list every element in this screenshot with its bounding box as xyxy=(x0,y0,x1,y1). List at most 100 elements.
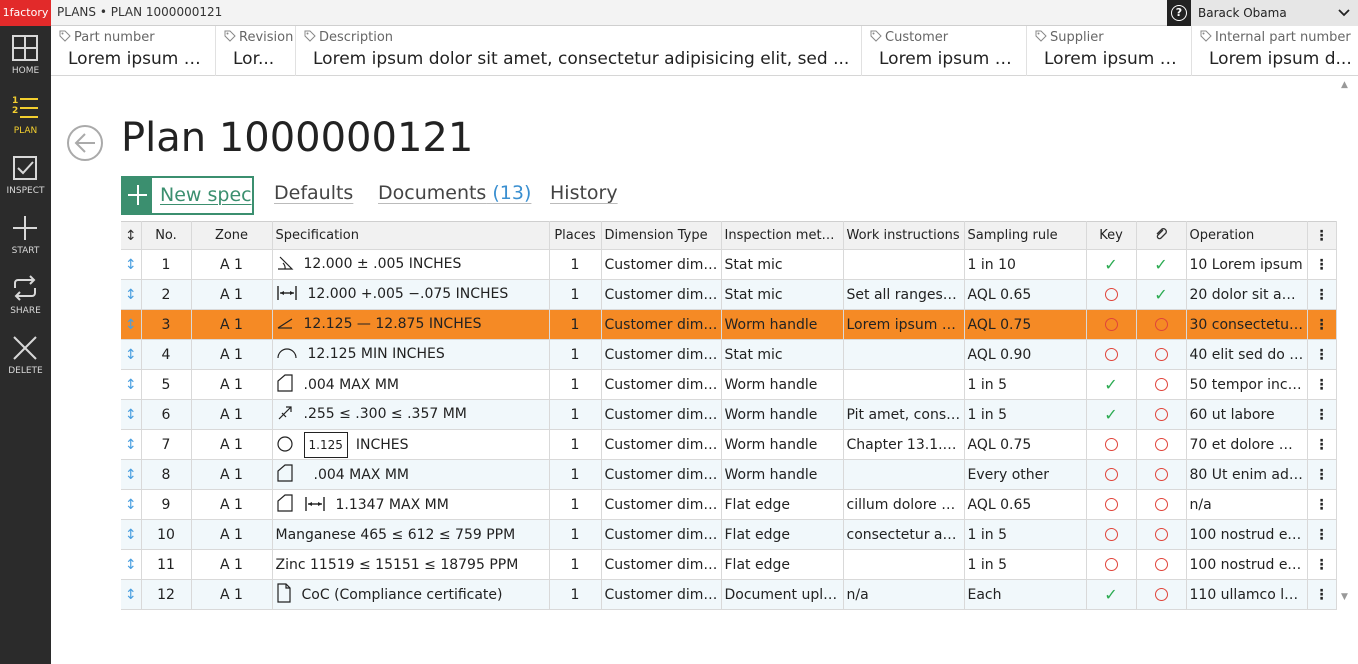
cell-specification[interactable]: 12.125 MIN INCHES xyxy=(272,339,550,370)
drag-handle[interactable]: ↕ xyxy=(121,399,142,430)
drag-handle[interactable]: ↕ xyxy=(121,519,142,550)
cell-key[interactable]: ✓ xyxy=(1086,249,1137,280)
col-sampling-rule[interactable]: Sampling rule xyxy=(964,221,1087,250)
cell-key[interactable] xyxy=(1086,339,1137,370)
cell-attachment[interactable] xyxy=(1136,579,1187,610)
cell-specification[interactable]: .004 MAX MM xyxy=(272,369,550,400)
cell-specification[interactable]: 1.1347 MAX MM xyxy=(272,489,550,520)
nav-inspect[interactable]: INSPECT xyxy=(0,146,51,206)
reorder-header[interactable]: ↕ xyxy=(121,221,142,250)
tab-history[interactable]: History xyxy=(550,182,618,204)
table-row[interactable]: ↕ 3 A 1 12.125 — 12.875 INCHES 1 Customer dim… xyxy=(121,309,1337,340)
cell-attachment[interactable]: ✓ xyxy=(1136,279,1187,310)
back-arrow-icon[interactable] xyxy=(66,124,104,162)
col-inspection-method[interactable]: Inspection method xyxy=(721,221,844,250)
scroll-up-icon[interactable]: ▲ xyxy=(1341,80,1348,90)
brand-logo[interactable]: 1factory xyxy=(0,0,51,26)
cell-specification[interactable]: CoC (Compliance certificate) xyxy=(272,579,550,610)
table-row[interactable]: ↕ 12 A 1 CoC (Compliance certificate) 1 Custo… xyxy=(121,579,1337,610)
drag-handle[interactable]: ↕ xyxy=(121,369,142,400)
cell-attachment[interactable] xyxy=(1136,369,1187,400)
cell-key[interactable]: ✓ xyxy=(1086,399,1137,430)
table-row[interactable]: ↕ 5 A 1 .004 MAX MM 1 Customer dime... Worm ha… xyxy=(121,369,1337,400)
drag-handle[interactable]: ↕ xyxy=(121,459,142,490)
drag-handle[interactable]: ↕ xyxy=(121,249,142,280)
cell-attachment[interactable] xyxy=(1136,339,1187,370)
cell-key[interactable]: ✓ xyxy=(1086,579,1137,610)
col-dimension-type[interactable]: Dimension Type xyxy=(601,221,722,250)
field-supplier[interactable]: Supplier Lorem ipsum d... xyxy=(1027,26,1192,76)
drag-handle[interactable]: ↕ xyxy=(121,579,142,610)
field-internal-part-number[interactable]: Internal part number Lorem ipsum d... xyxy=(1192,26,1358,76)
user-menu[interactable]: Barack Obama xyxy=(1191,0,1358,26)
cell-attachment[interactable] xyxy=(1136,429,1187,460)
col-operation[interactable]: Operation xyxy=(1186,221,1308,250)
cell-specification[interactable]: Zinc 11519 ≤ 15151 ≤ 18795 PPM xyxy=(272,549,550,580)
table-row[interactable]: ↕ 2 A 1 12.000 +.005 −.075 INCHES 1 Customer … xyxy=(121,279,1337,310)
row-menu[interactable]: ⋮ xyxy=(1307,459,1337,490)
cell-specification[interactable]: Manganese 465 ≤ 612 ≤ 759 PPM xyxy=(272,519,550,550)
cell-specification[interactable]: 1.125 INCHES xyxy=(272,429,550,460)
scroll-down-icon[interactable]: ▼ xyxy=(1341,592,1348,602)
nav-share[interactable]: SHARE xyxy=(0,266,51,326)
col-key[interactable]: Key xyxy=(1086,221,1137,250)
table-row[interactable]: ↕ 7 A 1 1.125 INCHES 1 Customer dime... Worm ha… xyxy=(121,429,1337,460)
cell-specification[interactable]: .255 ≤ .300 ≤ .357 MM xyxy=(272,399,550,430)
table-row[interactable]: ↕ 4 A 1 12.125 MIN INCHES 1 Customer dime... S… xyxy=(121,339,1337,370)
column-menu[interactable]: ⋮ xyxy=(1307,221,1337,250)
row-menu[interactable]: ⋮ xyxy=(1307,399,1337,430)
nav-start[interactable]: START xyxy=(0,206,51,266)
tab-documents[interactable]: Documents (13) xyxy=(378,182,531,204)
drag-handle[interactable]: ↕ xyxy=(121,489,142,520)
field-revision[interactable]: Revision Lor... xyxy=(216,26,296,76)
cell-specification[interactable]: 12.000 ± .005 INCHES xyxy=(272,249,550,280)
vertical-scrollbar[interactable]: ▲ ▼ xyxy=(1338,78,1354,608)
cell-attachment[interactable] xyxy=(1136,489,1187,520)
cell-specification[interactable]: 12.125 — 12.875 INCHES xyxy=(272,309,550,340)
cell-key[interactable] xyxy=(1086,459,1137,490)
table-row[interactable]: ↕ 8 A 1 .004 MAX MM 1 Customer dime... Worm ha… xyxy=(121,459,1337,490)
row-menu[interactable]: ⋮ xyxy=(1307,549,1337,580)
help-button[interactable]: ? xyxy=(1167,0,1191,26)
col-work-instructions[interactable]: Work instructions xyxy=(843,221,965,250)
cell-attachment[interactable] xyxy=(1136,549,1187,580)
row-menu[interactable]: ⋮ xyxy=(1307,279,1337,310)
cell-attachment[interactable] xyxy=(1136,519,1187,550)
drag-handle[interactable]: ↕ xyxy=(121,309,142,340)
drag-handle[interactable]: ↕ xyxy=(121,279,142,310)
cell-specification[interactable]: .004 MAX MM xyxy=(272,459,550,490)
cell-key[interactable] xyxy=(1086,309,1137,340)
row-menu[interactable]: ⋮ xyxy=(1307,579,1337,610)
row-menu[interactable]: ⋮ xyxy=(1307,309,1337,340)
col-places[interactable]: Places xyxy=(549,221,602,250)
row-menu[interactable]: ⋮ xyxy=(1307,249,1337,280)
cell-attachment[interactable]: ✓ xyxy=(1136,249,1187,280)
col-no[interactable]: No. xyxy=(141,221,192,250)
cell-key[interactable]: ✓ xyxy=(1086,369,1137,400)
field-customer[interactable]: Customer Lorem ipsum d... xyxy=(862,26,1027,76)
cell-key[interactable] xyxy=(1086,549,1137,580)
field-description[interactable]: Description Lorem ipsum dolor sit amet, … xyxy=(296,26,862,76)
drag-handle[interactable]: ↕ xyxy=(121,339,142,370)
field-part-number[interactable]: Part number Lorem ipsum d... xyxy=(51,26,216,76)
nav-plan[interactable]: 12 PLAN xyxy=(0,86,51,146)
row-menu[interactable]: ⋮ xyxy=(1307,369,1337,400)
cell-attachment[interactable] xyxy=(1136,309,1187,340)
col-specification[interactable]: Specification xyxy=(272,221,550,250)
cell-attachment[interactable] xyxy=(1136,459,1187,490)
cell-key[interactable] xyxy=(1086,519,1137,550)
row-menu[interactable]: ⋮ xyxy=(1307,489,1337,520)
new-spec-button[interactable]: New spec xyxy=(121,176,254,215)
cell-attachment[interactable] xyxy=(1136,399,1187,430)
cell-key[interactable] xyxy=(1086,279,1137,310)
col-zone[interactable]: Zone xyxy=(191,221,273,250)
table-row[interactable]: ↕ 1 A 1 12.000 ± .005 INCHES 1 Customer dime.… xyxy=(121,249,1337,280)
nav-home[interactable]: HOME xyxy=(0,26,51,86)
breadcrumb[interactable]: PLANS • PLAN 1000000121 xyxy=(57,0,222,25)
cell-key[interactable] xyxy=(1086,489,1137,520)
nav-delete[interactable]: DELETE xyxy=(0,326,51,386)
col-attachment[interactable] xyxy=(1136,221,1187,250)
table-row[interactable]: ↕ 6 A 1 .255 ≤ .300 ≤ .357 MM 1 Customer dime… xyxy=(121,399,1337,430)
cell-specification[interactable]: 12.000 +.005 −.075 INCHES xyxy=(272,279,550,310)
table-row[interactable]: ↕ 10 A 1 Manganese 465 ≤ 612 ≤ 759 PPM 1 Cust… xyxy=(121,519,1337,550)
